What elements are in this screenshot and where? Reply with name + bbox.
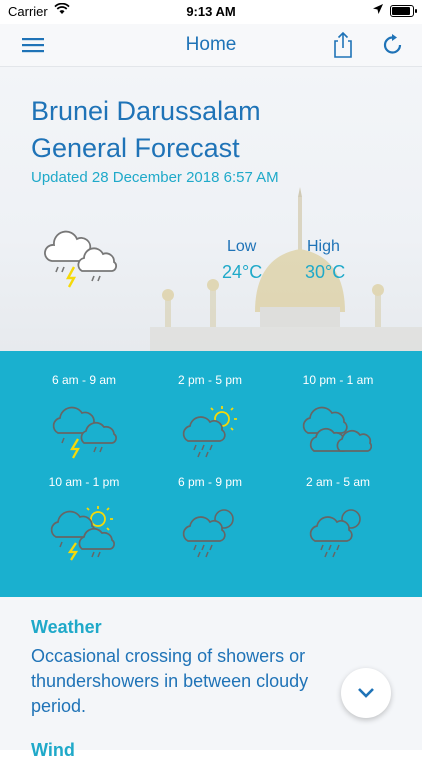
high-temp-value: 30°C — [305, 262, 346, 282]
forecast-title-line-1: Brunei Darussalam — [31, 96, 261, 126]
period-label: 2 pm - 5 pm — [177, 373, 243, 387]
moon-rain-cloud-icon — [309, 509, 361, 558]
moon-rain-cloud-icon — [182, 509, 234, 558]
period-forecast-band: 6 am - 9 am 2 pm - 5 pm 10 pm - 1 am 10 … — [0, 351, 422, 597]
period-label: 6 am - 9 am — [51, 373, 117, 387]
refresh-button[interactable] — [378, 30, 408, 60]
weather-description: Occasional crossing of showers or thunde… — [31, 646, 309, 716]
weather-heading: Weather — [31, 617, 102, 637]
high-temp-label: High — [307, 238, 340, 255]
sun-thunderstorm-icon — [50, 506, 115, 561]
thunderstorm-cloud-icon — [52, 406, 117, 459]
navigation-bar: Home — [0, 24, 422, 67]
low-temp-value: 24°C — [222, 262, 263, 282]
sun-rain-cloud-icon — [182, 406, 237, 458]
period-label: 10 am - 1 pm — [48, 475, 120, 489]
low-temp-label: Low — [227, 238, 257, 255]
forecast-header: Brunei Darussalam General Forecast Updat… — [0, 67, 422, 351]
cloudy-icon — [302, 406, 372, 452]
page-title: Home — [185, 34, 237, 55]
forecast-title: Brunei Darussalam General Forecast — [31, 93, 261, 167]
status-bar: Carrier 9:13 AM — [0, 0, 422, 24]
battery-icon — [390, 5, 417, 17]
clock: 9:13 AM — [186, 4, 236, 19]
period-label: 6 pm - 9 pm — [177, 475, 243, 489]
share-icon — [334, 31, 352, 58]
period-label: 10 pm - 1 am — [302, 373, 374, 387]
updated-timestamp: Updated 28 December 2018 6:57 AM — [31, 169, 279, 186]
location-arrow-icon — [372, 3, 384, 18]
chevron-down-icon — [358, 688, 374, 698]
scroll-down-button[interactable] — [341, 668, 391, 718]
share-button[interactable] — [328, 30, 358, 60]
mosque-background-image — [150, 187, 422, 351]
period-label: 2 am - 5 am — [305, 475, 371, 489]
refresh-icon — [383, 34, 402, 54]
forecast-title-line-2: General Forecast — [31, 133, 240, 163]
wind-heading: Wind — [31, 740, 75, 760]
thunderstorm-cloud-icon — [44, 227, 120, 294]
